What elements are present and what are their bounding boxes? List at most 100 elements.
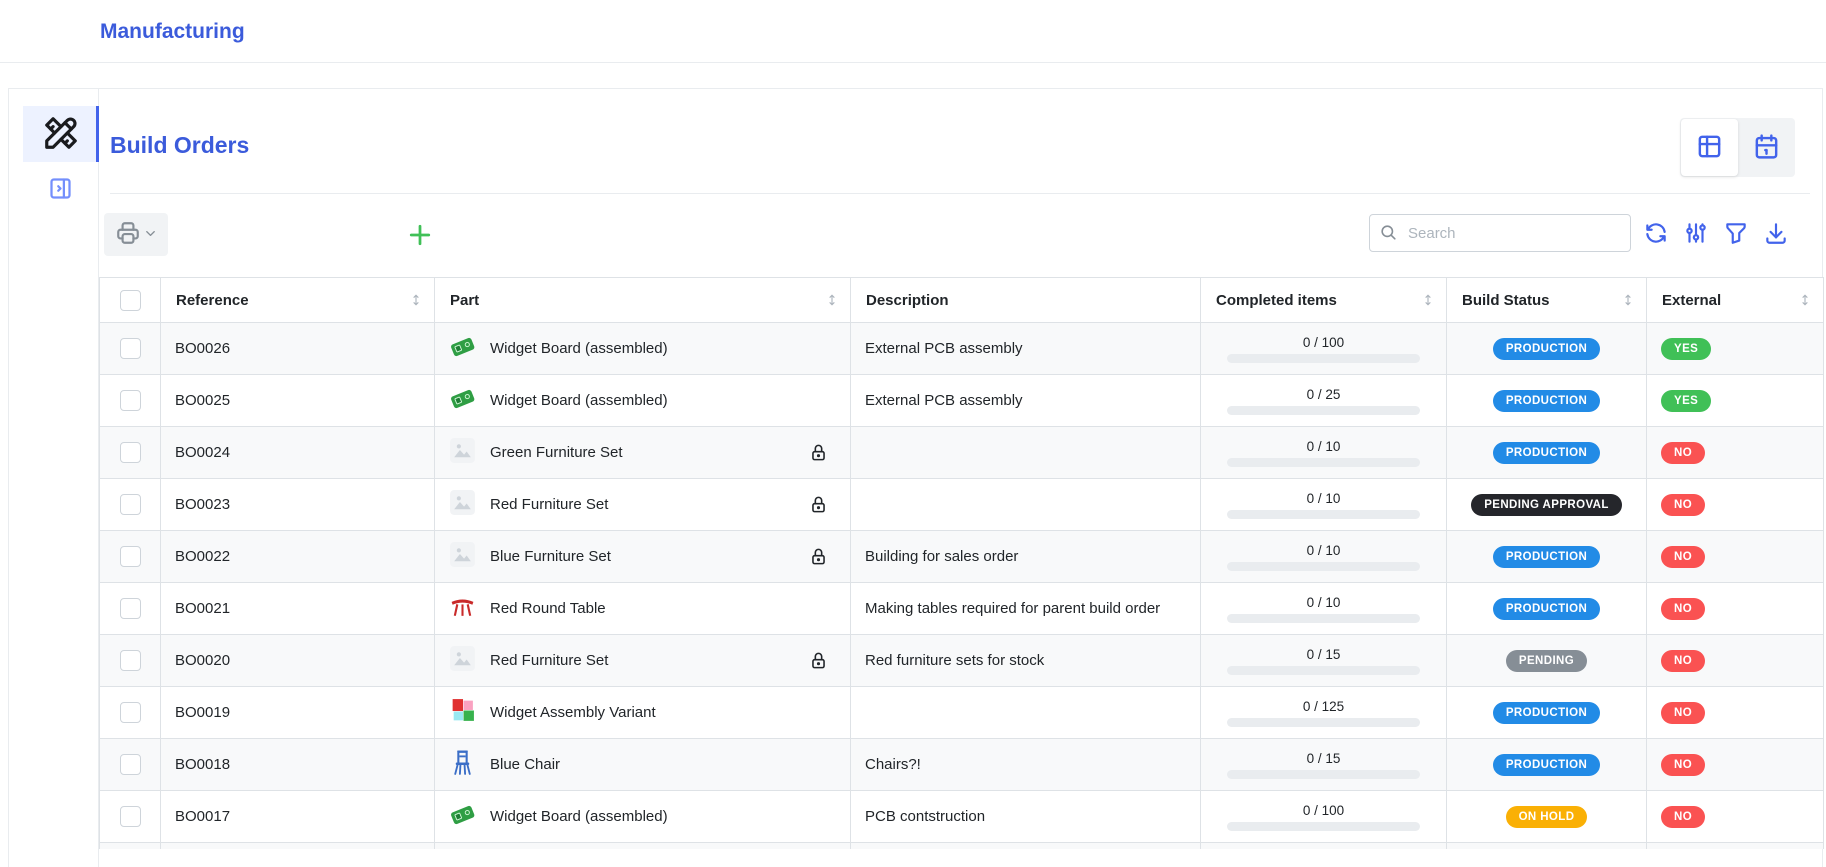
progress-bar xyxy=(1227,458,1420,467)
description-cell: External PCB assembly xyxy=(851,375,1201,427)
filter-button[interactable] xyxy=(1722,220,1750,248)
section-divider xyxy=(110,193,1810,194)
progress-bar xyxy=(1227,354,1420,363)
column-header-reference[interactable]: Reference xyxy=(161,278,435,323)
table-view-button[interactable] xyxy=(1681,119,1738,176)
search-box xyxy=(1369,214,1631,252)
pcb-icon xyxy=(449,385,476,416)
top-navbar: Manufacturing xyxy=(0,0,1826,63)
completed-label: 0 / 25 xyxy=(1215,387,1432,402)
row-checkbox[interactable] xyxy=(120,442,141,463)
completed-label: 0 / 100 xyxy=(1215,335,1432,350)
description-cell xyxy=(851,479,1201,531)
row-checkbox[interactable] xyxy=(120,390,141,411)
part-name: Widget Board (assembled) xyxy=(490,340,668,357)
refresh-button[interactable] xyxy=(1642,220,1670,248)
table-row[interactable]: BO0021 Red Round Table Making tables req… xyxy=(100,583,1824,635)
progress-bar xyxy=(1227,666,1420,675)
column-header-part[interactable]: Part xyxy=(435,278,851,323)
completed-label: 0 / 10 xyxy=(1215,543,1432,558)
print-actions-button[interactable] xyxy=(104,213,168,256)
sort-icon[interactable] xyxy=(408,292,424,312)
reference-cell: BO0024 xyxy=(161,427,435,479)
description-cell: External PCB assembly xyxy=(851,323,1201,375)
table-row[interactable]: BO0026 Widget Board (assembled) External… xyxy=(100,323,1824,375)
table-row[interactable]: BO0022 Blue Furniture Set Building for s… xyxy=(100,531,1824,583)
lock-icon xyxy=(809,651,836,670)
plus-icon xyxy=(405,238,435,253)
add-build-order-button[interactable] xyxy=(404,220,436,252)
table-row[interactable]: BO0017 Widget Board (assembled) PCB cont… xyxy=(100,791,1824,843)
sort-icon[interactable] xyxy=(1620,292,1636,312)
select-all-checkbox[interactable] xyxy=(120,290,141,311)
status-badge: PRODUCTION xyxy=(1493,702,1600,724)
part-name: Red Furniture Set xyxy=(490,652,608,669)
lock-icon xyxy=(809,547,836,566)
table-row[interactable]: BO0023 Red Furniture Set 0 / 10 PENDING … xyxy=(100,479,1824,531)
row-checkbox[interactable] xyxy=(120,650,141,671)
row-checkbox[interactable] xyxy=(120,598,141,619)
panel-rail xyxy=(9,89,99,867)
table-settings-button[interactable] xyxy=(1682,220,1710,248)
table-view-icon xyxy=(1695,132,1724,164)
description-cell xyxy=(851,427,1201,479)
rail-item-expand-panel[interactable] xyxy=(23,162,98,218)
row-checkbox[interactable] xyxy=(120,338,141,359)
build-orders-table: ReferencePartDescription Completed items B… xyxy=(99,277,1823,849)
status-badge: PRODUCTION xyxy=(1493,442,1600,464)
search-input[interactable] xyxy=(1369,214,1631,252)
printer-icon xyxy=(115,220,141,249)
progress-bar xyxy=(1227,822,1420,831)
row-checkbox[interactable] xyxy=(120,494,141,515)
completed-label: 0 / 125 xyxy=(1215,699,1432,714)
row-checkbox[interactable] xyxy=(120,546,141,567)
column-header-completed[interactable]: Completed items xyxy=(1201,278,1447,323)
column-header-external[interactable]: External xyxy=(1647,278,1824,323)
description-cell: PCB contstruction xyxy=(851,791,1201,843)
completed-label: 0 / 10 xyxy=(1215,491,1432,506)
reference-cell: BO0025 xyxy=(161,375,435,427)
download-icon xyxy=(1763,234,1789,249)
progress-bar xyxy=(1227,406,1420,415)
external-badge: NO xyxy=(1661,650,1705,672)
status-badge: PENDING xyxy=(1506,650,1587,672)
status-badge: PRODUCTION xyxy=(1493,598,1600,620)
description-cell: Making tables required for parent build … xyxy=(851,583,1201,635)
column-header-description: Description xyxy=(851,278,1201,323)
placeholder-icon xyxy=(449,437,476,468)
placeholder-icon xyxy=(449,645,476,676)
tools-icon xyxy=(42,114,80,155)
download-button[interactable] xyxy=(1762,220,1790,248)
part-name: Red Round Table xyxy=(490,600,606,617)
column-header-status[interactable]: Build Status xyxy=(1447,278,1647,323)
completed-label: 0 / 15 xyxy=(1215,647,1432,662)
table-row[interactable]: BO0024 Green Furniture Set 0 / 10 PRODUC… xyxy=(100,427,1824,479)
completed-label: 0 / 10 xyxy=(1215,595,1432,610)
table-row[interactable]: BO0018 Blue Chair Chairs?! 0 / 15 PRODUC… xyxy=(100,739,1824,791)
reference-cell: BO0023 xyxy=(161,479,435,531)
variant-icon xyxy=(449,697,476,728)
description-cell: Red furniture sets for stock xyxy=(851,635,1201,687)
calendar-view-button[interactable] xyxy=(1739,118,1796,177)
part-name: Blue Furniture Set xyxy=(490,548,611,565)
sort-icon[interactable] xyxy=(824,292,840,312)
table-row[interactable]: BO0025 Widget Board (assembled) External… xyxy=(100,375,1824,427)
row-checkbox[interactable] xyxy=(120,806,141,827)
external-badge: NO xyxy=(1661,494,1705,516)
column-label: Completed items xyxy=(1216,292,1337,309)
table-row[interactable]: BO0020 Red Furniture Set Red furniture s… xyxy=(100,635,1824,687)
table-row[interactable]: BO0019 Widget Assembly Variant 0 / 125 P… xyxy=(100,687,1824,739)
external-badge: NO xyxy=(1661,754,1705,776)
sort-icon[interactable] xyxy=(1420,292,1436,312)
reference-cell: BO0022 xyxy=(161,531,435,583)
external-badge: NO xyxy=(1661,702,1705,724)
row-checkbox[interactable] xyxy=(120,702,141,723)
sort-icon[interactable] xyxy=(1797,292,1813,312)
calendar-view-icon xyxy=(1752,132,1781,164)
search-icon xyxy=(1379,223,1398,247)
rail-item-build-orders[interactable] xyxy=(23,106,98,162)
status-badge: PENDING APPROVAL xyxy=(1471,494,1622,516)
column-label: External xyxy=(1662,292,1721,309)
row-checkbox[interactable] xyxy=(120,754,141,775)
status-badge: PRODUCTION xyxy=(1493,754,1600,776)
